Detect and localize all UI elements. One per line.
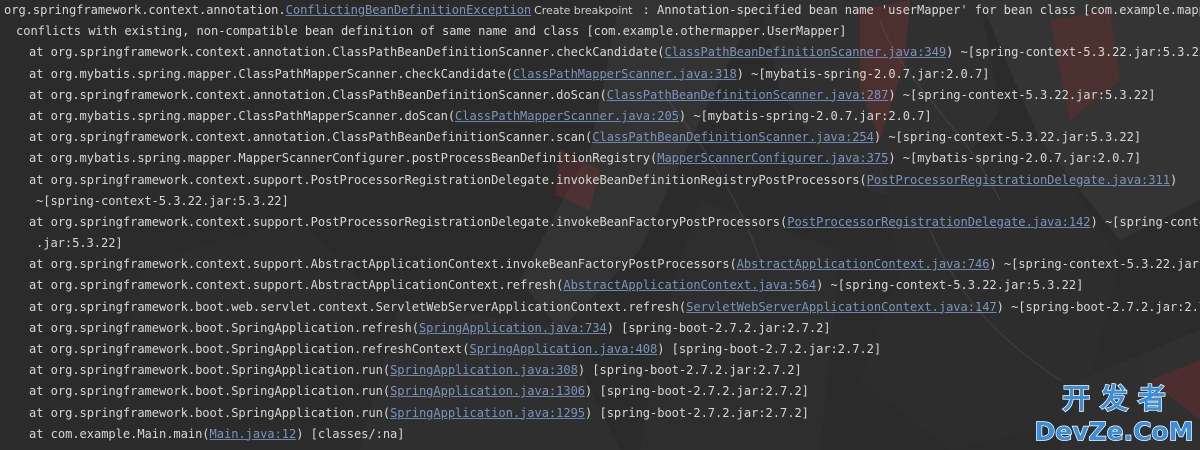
stack-frame-method: at org.mybatis.spring.mapper.MapperScann… [29,151,658,166]
stack-frame-line: at org.springframework.context.support.P… [0,212,1200,233]
stack-frame-jar: ) [spring-boot-2.7.2.jar:2.7.2] [606,320,831,335]
stack-frame-method: at org.springframework.context.annotatio… [29,130,593,145]
stack-frame-jar: ) ~[spring-context-5.3.22.jar:5.3.22] [816,278,1084,293]
stack-frame-method: at org.springframework.context.support.A… [29,278,564,293]
exception-prefix: org.springframework.context.annotation. [4,3,286,17]
source-file-link[interactable]: AbstractApplicationContext.java:746 [737,257,990,271]
stack-frame-line: at org.springframework.context.support.A… [0,254,1200,275]
stack-frame-jar: ) [spring-boot-2.7.2.jar:2.7.2] [657,342,882,356]
stack-frame-jar: ) ~[mybatis-spring-2.0.7.jar:2.0.7] [736,66,990,81]
stack-frame-jar: ) [spring-boot-2.7.2.jar:2.7.2] [585,384,809,399]
exception-message-continuation: conflicts with existing, non-compatible … [16,24,847,39]
stack-frame-jar: ) [spring-boot-2.7.2.jar:2.7.2] [577,363,802,378]
stack-frame-jar: ) [1169,172,1178,187]
stack-frame-method: at org.mybatis.spring.mapper.ClassPathMa… [29,108,456,123]
exception-header-line: org.springframework.context.annotation.C… [0,0,1200,21]
stack-frame-line: at org.springframework.boot.web.servlet.… [0,297,1200,318]
source-file-link[interactable]: ClassPathMapperScanner.java:205 [455,109,679,123]
stack-frame-jar: ) ~[spring-context-5.3.22.jar:5.3.22] [946,45,1200,60]
stack-frame-line: at org.springframework.context.support.P… [0,170,1200,191]
stack-frame-line: at org.springframework.context.support.A… [0,275,1200,296]
console-output: org.springframework.context.annotation.C… [0,0,1200,450]
stack-frame-method: at org.springframework.context.annotatio… [29,45,665,60]
stack-frame-method: at org.springframework.boot.SpringApplic… [29,384,391,399]
stack-frame-method: at org.springframework.boot.web.servlet.… [29,299,687,314]
stack-frame-method: at org.springframework.boot.SpringApplic… [29,342,470,356]
stack-frame-line: at org.springframework.context.annotatio… [0,85,1200,106]
stack-frame-method: at org.springframework.context.support.P… [29,172,867,187]
source-file-link[interactable]: SpringApplication.java:308 [390,363,578,377]
stack-frame-method: at org.springframework.context.support.P… [29,214,788,229]
exception-message: : Annotation-specified bean name 'userMa… [642,3,1200,17]
source-file-link[interactable]: SpringApplication.java:1306 [390,384,585,398]
stack-frame-line: at org.springframework.boot.SpringApplic… [0,360,1200,381]
stack-frame-method: at org.springframework.context.support.A… [29,257,737,272]
stack-frame-line: at org.mybatis.spring.mapper.MapperScann… [0,148,1200,169]
source-file-link[interactable]: PostProcessorRegistrationDelegate.java:3… [867,173,1170,187]
source-file-link[interactable]: ServletWebServerApplicationContext.java:… [686,300,997,314]
stack-frame-jar: ) ~[spring-context-5.3.22.jar:5.3.22] [873,130,1142,145]
stack-frame-wrap-line: .jar:5.3.22] [36,236,123,251]
stack-frame-line: at org.springframework.boot.SpringApplic… [0,403,1200,424]
stack-frame-method: at org.springframework.boot.SpringApplic… [29,363,391,378]
stack-frame-line: at org.springframework.context.annotatio… [0,127,1200,148]
stack-frame-line: at org.springframework.boot.SpringApplic… [0,339,1200,360]
source-file-link[interactable]: ClassPathBeanDefinitionScanner.java:287 [607,88,889,102]
stack-frame-jar: ) ~[mybatis-spring-2.0.7.jar:2.0.7] [888,151,1142,166]
source-file-link[interactable]: PostProcessorRegistrationDelegate.java:1… [787,215,1090,229]
stack-frame-line: at org.springframework.context.annotatio… [0,42,1200,63]
stack-frame-line: at org.springframework.boot.SpringApplic… [0,381,1200,402]
stack-frame-line: at org.springframework.boot.SpringApplic… [0,318,1200,339]
stack-frame-line: at org.mybatis.spring.mapper.ClassPathMa… [0,106,1200,127]
source-file-link[interactable]: MapperScannerConfigurer.java:375 [657,151,888,165]
stack-frame-method: at com.example.Main.main( [29,426,210,441]
source-file-link[interactable]: Main.java:12 [210,427,297,441]
exception-class-link[interactable]: ConflictingBeanDefinitionException [286,3,532,17]
stack-frame-method: at org.springframework.context.annotatio… [29,87,607,102]
source-file-link[interactable]: SpringApplication.java:734 [419,321,607,335]
source-file-link[interactable]: ClassPathBeanDefinitionScanner.java:254 [592,130,874,144]
stack-frame-jar: ) ~[spring-boot-2.7.2.jar:2.7.2] [996,299,1200,314]
stack-frame-jar: ) ~[spring-context-5.3.22.jar:5.3.22] [888,87,1156,102]
create-breakpoint-button[interactable]: Create breakpoint [534,4,632,17]
stack-frame-jar: ) ~[mybatis-spring-2.0.7.jar:2.0.7] [678,108,932,123]
stack-frame-jar: ) [spring-boot-2.7.2.jar:2.7.2] [585,405,809,420]
stack-frame-line: at com.example.Main.main(Main.java:12) [… [0,424,1200,445]
stack-frame-method: at org.springframework.boot.SpringApplic… [29,405,391,420]
source-file-link[interactable]: SpringApplication.java:408 [469,342,657,356]
stack-frame-jar: ) ~[spring-context-5.3.22.jar:5.3.22] [989,257,1200,272]
source-file-link[interactable]: ClassPathMapperScanner.java:318 [513,67,737,81]
source-file-link[interactable]: SpringApplication.java:1295 [390,406,585,420]
source-file-link[interactable]: ClassPathBeanDefinitionScanner.java:349 [664,45,946,59]
source-file-link[interactable]: AbstractApplicationContext.java:564 [563,278,816,292]
stack-frame-line: at org.mybatis.spring.mapper.ClassPathMa… [0,64,1200,85]
stack-frame-jar: ) ~[spring-context-5.3.22 [1090,214,1200,229]
stack-frame-method: at org.mybatis.spring.mapper.ClassPathMa… [29,66,513,81]
stack-frame-wrap-line: ~[spring-context-5.3.22.jar:5.3.22] [36,193,289,208]
stack-frame-jar: ) [classes/:na] [296,426,405,441]
stack-frame-method: at org.springframework.boot.SpringApplic… [29,320,419,335]
